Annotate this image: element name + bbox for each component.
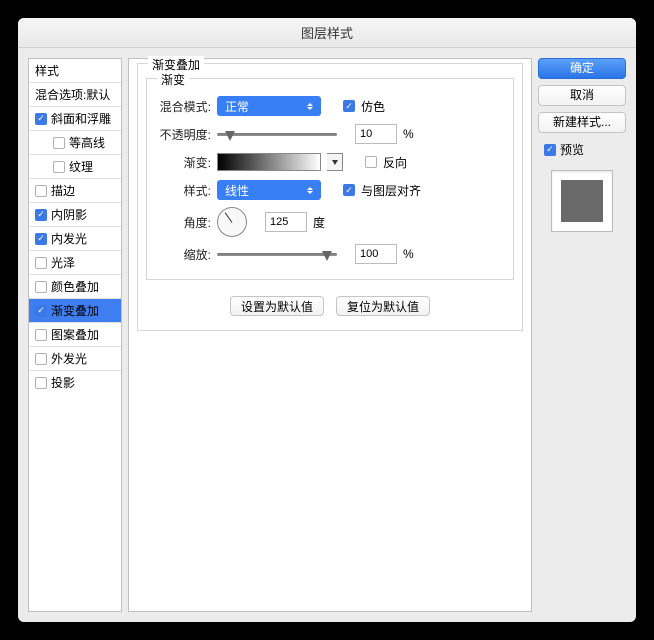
align-checkbox[interactable] [343,184,355,196]
sidebar-item-label: 图案叠加 [51,326,99,343]
angle-dial[interactable] [217,207,247,237]
scale-slider[interactable] [217,246,337,262]
sidebar-item-label: 纹理 [69,158,93,175]
effect-checkbox[interactable] [35,281,47,293]
blend-mode-select[interactable]: 正常 [217,96,321,116]
chevron-updown-icon [303,103,317,110]
effect-checkbox[interactable] [35,209,47,221]
cancel-button[interactable]: 取消 [538,85,626,106]
sidebar-item[interactable]: 外发光 [29,347,121,371]
gradient-row: 渐变: 反向 [155,151,505,173]
effect-checkbox[interactable] [35,233,47,245]
window-title: 图层样式 [301,23,353,42]
sidebar-item[interactable]: 内发光 [29,227,121,251]
sidebar-item[interactable]: 等高线 [29,131,121,155]
opacity-input[interactable] [355,124,397,144]
gradient-overlay-fieldset: 渐变叠加 渐变 混合模式: 正常 仿色 [137,63,523,331]
set-default-button[interactable]: 设置为默认值 [230,296,324,316]
sidebar-item-label: 内阴影 [51,206,87,223]
blend-mode-value: 正常 [225,98,249,115]
angle-input[interactable] [265,212,307,232]
preview-label: 预览 [560,141,584,158]
degree-label: 度 [313,214,325,231]
style-value: 线性 [225,182,249,199]
gradient-label: 渐变: [155,154,211,171]
dither-label: 仿色 [361,98,385,115]
blend-options-label: 混合选项:默认 [35,86,110,103]
blend-mode-label: 混合模式: [155,98,211,115]
chevron-updown-icon [303,187,317,194]
style-select[interactable]: 线性 [217,180,321,200]
sidebar-item-label: 等高线 [69,134,105,151]
effect-checkbox[interactable] [35,377,47,389]
new-style-button[interactable]: 新建样式... [538,112,626,133]
sidebar-header-label: 样式 [35,62,59,79]
effect-checkbox[interactable] [35,305,47,317]
percent-label-2: % [403,247,414,261]
right-column: 确定 取消 新建样式... 预览 [538,58,626,612]
style-row: 样式: 线性 与图层对齐 [155,179,505,201]
reset-default-button[interactable]: 复位为默认值 [336,296,430,316]
opacity-row: 不透明度: % [155,123,505,145]
sidebar-item-label: 颜色叠加 [51,278,99,295]
angle-row: 角度: 度 [155,207,505,237]
main-panel: 渐变叠加 渐变 混合模式: 正常 仿色 [128,58,532,612]
scale-input[interactable] [355,244,397,264]
sidebar-item[interactable]: 纹理 [29,155,121,179]
sidebar-item[interactable]: 渐变叠加 [29,299,121,323]
scale-label: 缩放: [155,246,211,263]
gradient-group: 渐变 混合模式: 正常 仿色 不透明度: [146,78,514,280]
effect-checkbox[interactable] [35,185,47,197]
angle-label: 角度: [155,214,211,231]
gradient-swatch[interactable] [217,153,321,171]
sidebar-item[interactable]: 投影 [29,371,121,394]
opacity-slider[interactable] [217,126,337,142]
gradient-dropdown[interactable] [327,153,343,171]
align-label: 与图层对齐 [361,182,421,199]
effect-checkbox[interactable] [35,257,47,269]
preview-swatch [561,180,603,222]
styles-sidebar: 样式 混合选项:默认 斜面和浮雕等高线纹理描边内阴影内发光光泽颜色叠加渐变叠加图… [28,58,122,612]
style-label: 样式: [155,182,211,199]
content: 样式 混合选项:默认 斜面和浮雕等高线纹理描边内阴影内发光光泽颜色叠加渐变叠加图… [18,48,636,622]
sidebar-item[interactable]: 图案叠加 [29,323,121,347]
sidebar-item-label: 斜面和浮雕 [51,110,111,127]
effect-checkbox[interactable] [35,329,47,341]
percent-label: % [403,127,414,141]
opacity-label: 不透明度: [155,126,211,143]
sidebar-item[interactable]: 光泽 [29,251,121,275]
sidebar-item[interactable]: 颜色叠加 [29,275,121,299]
sidebar-item-label: 渐变叠加 [51,302,99,319]
sidebar-item-label: 外发光 [51,350,87,367]
sidebar-item-label: 描边 [51,182,75,199]
dither-checkbox[interactable] [343,100,355,112]
titlebar: 图层样式 [18,18,636,48]
preview-checkbox[interactable] [544,144,556,156]
default-buttons-row: 设置为默认值 复位为默认值 [146,296,514,316]
reverse-checkbox[interactable] [365,156,377,168]
sidebar-header[interactable]: 样式 [29,59,121,83]
preview-row: 预览 [538,139,626,160]
dialog-window: 图层样式 样式 混合选项:默认 斜面和浮雕等高线纹理描边内阴影内发光光泽颜色叠加… [18,18,636,622]
sidebar-item[interactable]: 斜面和浮雕 [29,107,121,131]
effect-checkbox[interactable] [53,161,65,173]
sidebar-item-label: 内发光 [51,230,87,247]
reverse-label: 反向 [383,154,407,171]
ok-button[interactable]: 确定 [538,58,626,79]
scale-row: 缩放: % [155,243,505,265]
sidebar-item-label: 投影 [51,374,75,391]
effect-checkbox[interactable] [35,113,47,125]
gradient-group-title: 渐变 [157,71,189,88]
sidebar-item[interactable]: 内阴影 [29,203,121,227]
preview-box [551,170,613,232]
blend-mode-row: 混合模式: 正常 仿色 [155,95,505,117]
effect-checkbox[interactable] [53,137,65,149]
blend-options-row[interactable]: 混合选项:默认 [29,83,121,107]
sidebar-item[interactable]: 描边 [29,179,121,203]
effect-checkbox[interactable] [35,353,47,365]
sidebar-item-label: 光泽 [51,254,75,271]
